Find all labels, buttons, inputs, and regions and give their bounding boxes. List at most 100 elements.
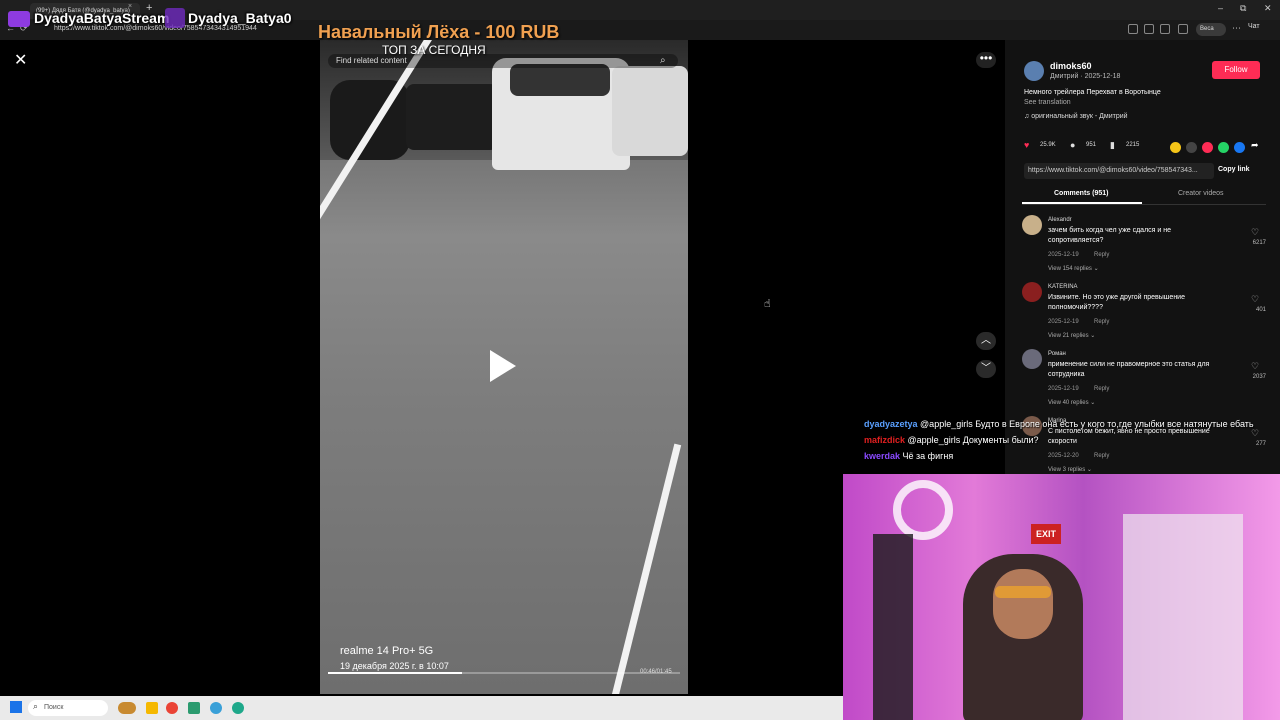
tab-divider bbox=[1022, 204, 1266, 205]
taskbar-search[interactable]: Поиск bbox=[28, 700, 108, 716]
comment-text: С пистолетом бежит, явно не просто превы… bbox=[1048, 428, 1210, 445]
send-icon[interactable] bbox=[1202, 142, 1213, 153]
telegram-icon[interactable] bbox=[210, 702, 222, 714]
store-icon[interactable] bbox=[188, 702, 200, 714]
creator-subline: Дмитрий · 2025-12-18 bbox=[1050, 73, 1121, 80]
file-explorer-icon[interactable] bbox=[146, 702, 158, 714]
comment-reply-button[interactable]: Reply bbox=[1094, 319, 1109, 325]
video-date-watermark: 19 декабря 2025 г. в 10:07 bbox=[340, 661, 449, 671]
comment-username[interactable]: Роман bbox=[1048, 351, 1066, 357]
extensions-icon[interactable] bbox=[1160, 24, 1170, 34]
creator-avatar[interactable] bbox=[1024, 61, 1044, 81]
windows-start-icon[interactable] bbox=[10, 701, 22, 713]
webcam-glasses bbox=[995, 586, 1051, 598]
next-video-button[interactable]: ﹀ bbox=[976, 360, 996, 378]
comment-like-count: 2037 bbox=[1252, 374, 1266, 380]
road-line-right bbox=[601, 443, 682, 694]
previous-video-button[interactable]: ︿ bbox=[976, 332, 996, 350]
tab-close-icon[interactable]: × bbox=[128, 3, 132, 10]
sound-link[interactable]: ♫ оригинальный звук - Дмитрий bbox=[1024, 113, 1128, 120]
tab-comments[interactable]: Comments (951) bbox=[1054, 190, 1108, 197]
webcam-shelf bbox=[1123, 514, 1243, 720]
twitch-logo-icon bbox=[8, 11, 30, 27]
friends-share-icon[interactable] bbox=[1170, 142, 1181, 153]
url-field[interactable]: https://www.tiktok.com/@dimoks60/video/7… bbox=[54, 25, 257, 32]
close-video-button[interactable]: ✕ bbox=[14, 50, 27, 70]
maximize-button[interactable]: ⧉ bbox=[1240, 3, 1246, 14]
view-replies-link[interactable]: View 40 replies ⌄ bbox=[1048, 399, 1095, 406]
share-arrow-icon[interactable]: ➦ bbox=[1251, 140, 1259, 151]
comment-like-icon[interactable]: ♡ bbox=[1251, 227, 1259, 238]
taskbar-app-icon[interactable] bbox=[118, 702, 136, 714]
chat-message: dyadyazetya @apple_girls Будто в Европе … bbox=[864, 419, 1254, 429]
comment-date: 2025-12-19 bbox=[1048, 319, 1079, 325]
chat-text: Чё за фигня bbox=[902, 451, 954, 461]
like-count: 25.9K bbox=[1040, 142, 1056, 148]
copy-link-button[interactable]: Copy link bbox=[1218, 166, 1250, 173]
play-icon[interactable] bbox=[490, 350, 516, 382]
favorite-icon[interactable] bbox=[1144, 24, 1154, 34]
comment-reply-button[interactable]: Reply bbox=[1094, 252, 1109, 258]
profile-button[interactable]: Веса bbox=[1196, 23, 1226, 36]
follow-button[interactable]: Follow bbox=[1212, 61, 1260, 79]
comment-like-icon[interactable]: ♡ bbox=[1251, 294, 1259, 305]
webcam-mic-arm bbox=[873, 534, 913, 720]
facebook-icon[interactable] bbox=[1234, 142, 1245, 153]
bookmark-icon[interactable]: ▮ bbox=[1110, 140, 1115, 151]
like-icon[interactable]: ♥ bbox=[1024, 140, 1029, 150]
video-progress-bar[interactable] bbox=[328, 672, 680, 674]
comment-username[interactable]: KATERINA bbox=[1048, 284, 1078, 290]
comment-like-icon[interactable]: ♡ bbox=[1251, 361, 1259, 372]
comment-text: применение сили не правомерное это стать… bbox=[1048, 361, 1210, 378]
settings-more-icon[interactable]: ⋯ bbox=[1232, 23, 1241, 34]
webcam-streamer-face bbox=[993, 569, 1053, 639]
chat-message: kwerdak Чё за фигня bbox=[864, 451, 953, 461]
twitch-handle-icon bbox=[165, 8, 185, 28]
comment-reply-button[interactable]: Reply bbox=[1094, 453, 1109, 459]
save-count: 2215 bbox=[1126, 142, 1140, 148]
video-overlay-title: ТОП ЗА СЕГОДНЯ bbox=[382, 43, 486, 57]
comment-count: 951 bbox=[1086, 142, 1097, 148]
related-search-input[interactable]: Find related content bbox=[328, 54, 678, 68]
comment-like-count: 6217 bbox=[1252, 240, 1266, 246]
see-translation-link[interactable]: See translation bbox=[1024, 99, 1071, 106]
video-dark-car bbox=[406, 84, 498, 150]
video-car-window bbox=[510, 64, 610, 96]
comment-date: 2025-12-20 bbox=[1048, 453, 1079, 459]
comment-avatar[interactable] bbox=[1022, 282, 1042, 302]
view-replies-link[interactable]: View 154 replies ⌄ bbox=[1048, 265, 1099, 272]
device-watermark: realme 14 Pro+ 5G bbox=[340, 645, 434, 657]
whatsapp-icon[interactable] bbox=[1218, 142, 1229, 153]
comment-date: 2025-12-19 bbox=[1048, 386, 1079, 392]
comment-like-count: 401 bbox=[1255, 307, 1266, 313]
comment-like-count: 277 bbox=[1255, 441, 1266, 447]
chat-text: @apple_girls Будто в Европе она есть у к… bbox=[920, 419, 1254, 429]
comment-icon[interactable]: ● bbox=[1070, 140, 1075, 150]
stream-channel-name: DyadyaBatyaStream bbox=[34, 10, 170, 26]
chrome-icon[interactable] bbox=[166, 702, 178, 714]
creator-username[interactable]: dimoks60 bbox=[1050, 61, 1092, 71]
search-icon[interactable]: ⌕ bbox=[660, 55, 666, 66]
apps-icon[interactable] bbox=[1128, 24, 1138, 34]
minimize-button[interactable]: – bbox=[1218, 3, 1223, 13]
comment-like-icon[interactable]: ♡ bbox=[1251, 428, 1259, 439]
chat-message: mafizdick @apple_girls Документы были? bbox=[864, 435, 1039, 445]
edge-icon[interactable] bbox=[232, 702, 244, 714]
comment-reply-button[interactable]: Reply bbox=[1094, 386, 1109, 392]
embed-icon[interactable] bbox=[1186, 142, 1197, 153]
tab-creator-videos[interactable]: Creator videos bbox=[1178, 190, 1224, 197]
comment-text: зачем бить когда чел уже сдался и не соп… bbox=[1048, 227, 1172, 244]
view-replies-link[interactable]: View 3 replies ⌄ bbox=[1048, 466, 1092, 473]
collections-icon[interactable] bbox=[1178, 24, 1188, 34]
post-description: Немного трейлера Перехват в Воротынце bbox=[1024, 89, 1161, 96]
view-replies-link[interactable]: View 21 replies ⌄ bbox=[1048, 332, 1095, 339]
copilot-button[interactable]: Чат bbox=[1248, 23, 1260, 30]
stream-handle: Dyadya_Batya0 bbox=[188, 10, 292, 26]
window-close-button[interactable]: ✕ bbox=[1264, 3, 1272, 14]
video-player[interactable]: Find related content ⌕ ТОП ЗА СЕГОДНЯ re… bbox=[320, 40, 688, 694]
more-options-button[interactable]: ••• bbox=[976, 52, 996, 68]
comment-avatar[interactable] bbox=[1022, 215, 1042, 235]
video-link-field[interactable]: https://www.tiktok.com/@dimoks60/video/7… bbox=[1024, 163, 1214, 179]
comment-username[interactable]: Alexandr bbox=[1048, 217, 1072, 223]
comment-avatar[interactable] bbox=[1022, 349, 1042, 369]
